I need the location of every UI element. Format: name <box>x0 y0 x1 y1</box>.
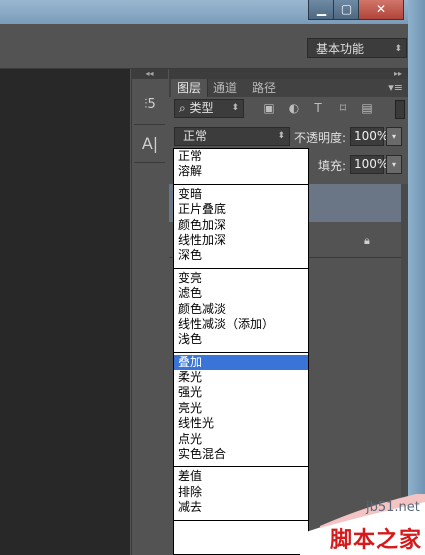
dropdown-item[interactable]: 线性减淡（添加） <box>174 317 308 332</box>
tab-paths[interactable]: 路径 <box>252 79 276 97</box>
watermark-url: jb51.net <box>366 500 420 515</box>
dropdown-item[interactable]: 变亮 <box>174 271 308 286</box>
dropdown-item[interactable]: 柔光 <box>174 370 308 385</box>
tab-channels[interactable]: 通道 <box>213 79 237 97</box>
shape-filter-icon[interactable]: ⌑ <box>336 101 350 115</box>
minimize-button[interactable]: ▁ <box>308 0 335 20</box>
image-filter-icon[interactable]: ▣ <box>262 101 276 115</box>
blend-mode-label: 正常 <box>183 129 208 143</box>
dropdown-group: 叠加 柔光 强光 亮光 线性光 点光 实色混合 <box>174 353 308 468</box>
maximize-icon: ▢ <box>340 2 353 16</box>
opacity-slider-button[interactable]: ▾ <box>386 127 402 146</box>
dropdown-item[interactable]: 正常 <box>174 149 308 164</box>
character-panel-button[interactable]: A| <box>137 131 163 157</box>
history-panel-button[interactable]: ⫶5 <box>137 92 163 118</box>
double-chevron-right-icon: ▸▸ <box>393 69 402 78</box>
minimize-icon: ▁ <box>316 2 327 16</box>
dropdown-item[interactable]: 滤色 <box>174 286 308 301</box>
strip-divider <box>134 124 165 125</box>
dropdown-item[interactable]: 颜色加深 <box>174 218 308 233</box>
dropdown-item[interactable]: 亮光 <box>174 401 308 416</box>
blend-mode-dropdown: 正常 溶解 变暗 正片叠底 颜色加深 线性加深 深色 变亮 滤色 颜色减淡 线性减淡（添加） 浅色 叠加… <box>173 148 309 555</box>
chevron-updown-icon: ⬍ <box>277 131 285 141</box>
character-icon: A| <box>141 134 159 153</box>
dropdown-item[interactable]: 线性加深 <box>174 233 308 248</box>
smart-object-filter-icon[interactable]: ▤ <box>360 101 374 115</box>
tab-layers[interactable]: 图层 <box>171 79 208 97</box>
panel-menu-icon[interactable]: ▾≡ <box>388 81 403 94</box>
dropdown-item[interactable]: 实色混合 <box>174 447 308 462</box>
opacity-label: 不透明度: <box>294 131 347 145</box>
workspace-label: 基本功能 <box>316 42 365 56</box>
close-button[interactable]: ✕ <box>358 0 404 20</box>
dropdown-item[interactable]: 正片叠底 <box>174 202 308 217</box>
dropdown-item[interactable]: 溶解 <box>174 164 308 179</box>
panel-collapse-bar[interactable]: ▸▸ <box>169 69 408 79</box>
dropdown-item[interactable]: 浅色 <box>174 332 308 347</box>
dropdown-item[interactable]: 减去 <box>174 500 308 515</box>
dropdown-item[interactable]: 点光 <box>174 432 308 447</box>
watermark: jb51.net 脚本之家 <box>300 494 425 555</box>
filter-label: ⌕ 类型 <box>179 101 214 115</box>
panel-tabbar: 图层 通道 路径 ▾≡ <box>169 79 408 97</box>
fill-label: 填充: <box>318 159 347 173</box>
dropdown-group: 差值 排除 减去 <box>174 467 308 521</box>
dropdown-item[interactable]: 差值 <box>174 469 308 484</box>
chevron-updown-icon: ⬍ <box>231 103 239 113</box>
window-frame-edge <box>408 0 425 555</box>
document-canvas[interactable] <box>0 69 130 555</box>
dropdown-group: 正常 溶解 <box>174 149 308 185</box>
fill-slider-button[interactable]: ▾ <box>386 155 402 174</box>
workspace-select[interactable]: 基本功能 ⬍ <box>307 38 407 58</box>
chevron-down-icon: ▾ <box>391 132 396 141</box>
dropdown-item[interactable]: 深色 <box>174 248 308 263</box>
dropdown-item[interactable]: 排除 <box>174 485 308 500</box>
dropdown-group: 变暗 正片叠底 颜色加深 线性加深 深色 <box>174 185 308 269</box>
chevron-updown-icon: ⬍ <box>394 44 402 54</box>
watermark-text: 脚本之家 <box>330 528 423 553</box>
double-chevron-left-icon: ◂◂ <box>145 69 154 78</box>
dropdown-item[interactable]: 强光 <box>174 385 308 400</box>
maximize-button[interactable]: ▢ <box>333 0 360 20</box>
dropdown-item[interactable]: 颜色减淡 <box>174 302 308 317</box>
collapse-panels-button[interactable]: ◂◂ <box>131 69 168 79</box>
opacity-input[interactable]: 100% <box>350 127 388 146</box>
lock-icon: 🔒︎ <box>364 234 370 247</box>
filter-toggle[interactable] <box>395 100 405 119</box>
dropdown-group: 变亮 滤色 颜色减淡 线性减淡（添加） 浅色 <box>174 269 308 353</box>
layer-filter-select[interactable]: ⌕ 类型 ⬍ <box>174 99 244 118</box>
chevron-down-icon: ▾ <box>391 160 396 169</box>
history-icon: ⫶5 <box>144 97 156 112</box>
type-filter-icon[interactable]: T <box>311 101 325 115</box>
close-icon: ✕ <box>375 2 387 16</box>
fill-input[interactable]: 100% <box>350 155 388 174</box>
adjustment-filter-icon[interactable]: ◐ <box>287 101 301 115</box>
dropdown-item[interactable]: 线性光 <box>174 416 308 431</box>
strip-divider <box>134 162 165 163</box>
blend-mode-select[interactable]: 正常 ⬍ <box>174 127 290 146</box>
dropdown-item[interactable]: 叠加 <box>174 354 308 371</box>
dropdown-item[interactable]: 变暗 <box>174 187 308 202</box>
